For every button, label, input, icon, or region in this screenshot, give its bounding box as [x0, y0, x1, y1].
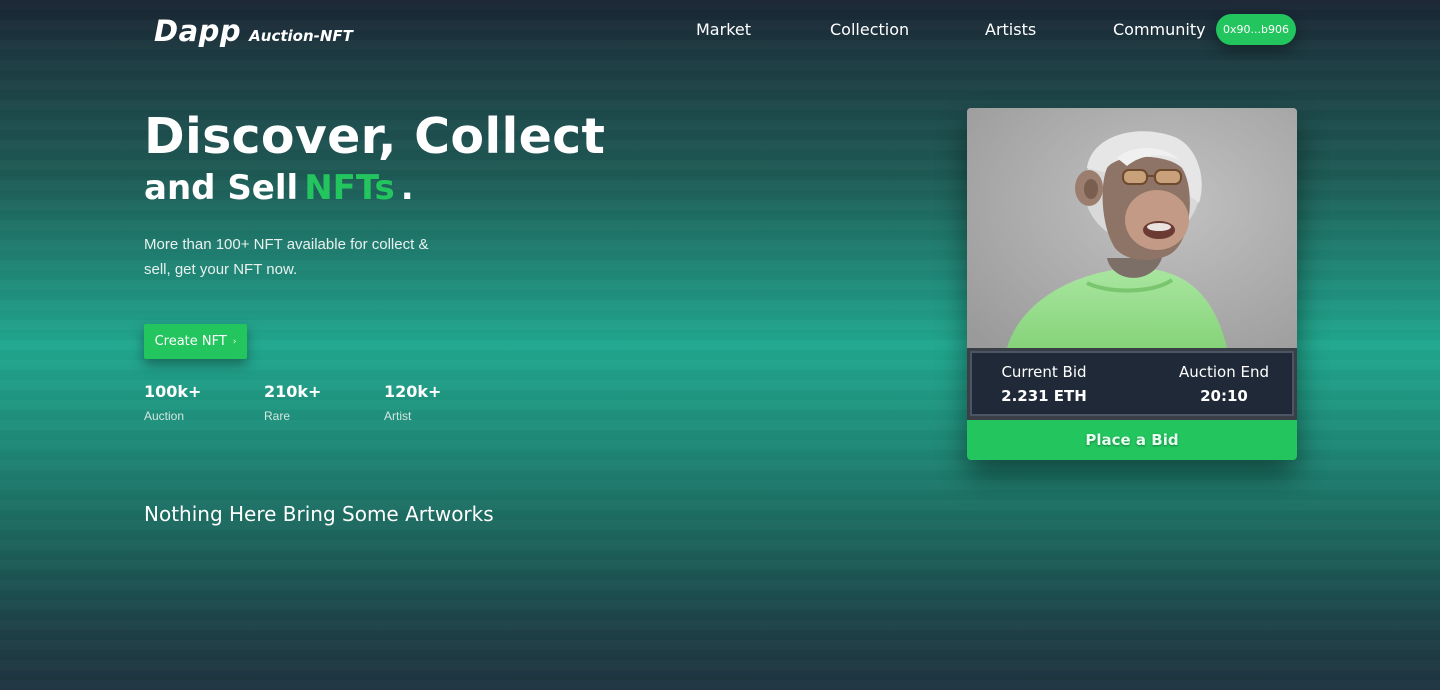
stat-value: 120k+: [384, 382, 442, 401]
nav-link-collection[interactable]: Collection: [830, 20, 909, 39]
hero-subtitle-accent: NFTs: [304, 168, 395, 208]
nav-link-artists[interactable]: Artists: [985, 20, 1036, 39]
nft-ape-image[interactable]: [967, 108, 1297, 348]
stat-value: 100k+: [144, 382, 202, 401]
current-bid-value: 2.231 ETH: [1001, 387, 1087, 405]
stat-artist: 120k+ Artist: [384, 382, 504, 423]
hero-description: More than 100+ NFT available for collect…: [144, 236, 429, 278]
auction-end-block: Auction End 20:10: [1174, 363, 1274, 405]
stats-row: 100k+ Auction 210k+ Rare 120k+ Artist: [144, 382, 504, 423]
create-nft-button[interactable]: Create NFT ›: [144, 324, 247, 359]
stat-label: Auction: [144, 409, 185, 423]
auction-end-label: Auction End: [1178, 363, 1270, 381]
hero-subtitle-prefix: and Sell: [144, 168, 299, 208]
hero-title: Discover, Collect: [144, 108, 606, 165]
current-bid-label: Current Bid: [1001, 363, 1087, 381]
stat-label: Artist: [384, 409, 412, 423]
current-bid-block: Current Bid 2.231 ETH: [994, 363, 1094, 405]
bid-info-panel: Current Bid 2.231 ETH Auction End 20:10: [970, 351, 1294, 416]
stat-label: Rare: [264, 409, 291, 423]
hero-subtitle: and Sell NFTs .: [144, 168, 414, 208]
auction-end-value: 20:10: [1200, 387, 1248, 405]
stat-value: 210k+: [264, 382, 322, 401]
wallet-address-button[interactable]: 0x90...b906: [1216, 14, 1296, 45]
top-navbar: Dapp Auction-NFT Market Collection Artis…: [0, 0, 1440, 60]
artworks-empty-message: Nothing Here Bring Some Artworks: [144, 502, 494, 526]
create-nft-label: Create NFT: [154, 334, 227, 349]
chevron-right-icon: ›: [232, 336, 237, 347]
featured-nft-card: Current Bid 2.231 ETH Auction End 20:10 …: [967, 108, 1297, 460]
hero-subtitle-suffix: .: [400, 168, 414, 208]
place-bid-button[interactable]: Place a Bid: [967, 420, 1297, 460]
nav-link-market[interactable]: Market: [696, 20, 751, 39]
stat-rare: 210k+ Rare: [264, 382, 384, 423]
nav-link-community[interactable]: Community: [1113, 20, 1206, 39]
stat-auction: 100k+ Auction: [144, 382, 264, 423]
